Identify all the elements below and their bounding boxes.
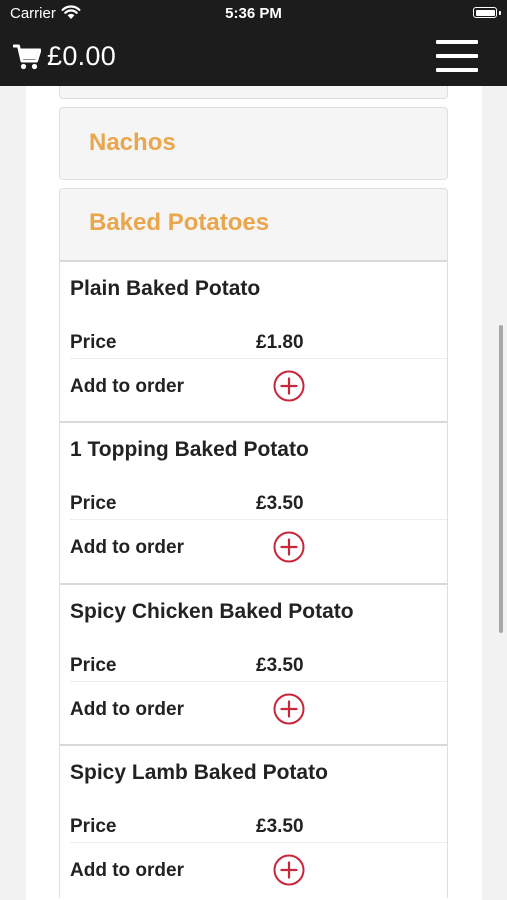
category-nachos[interactable]: Nachos xyxy=(59,107,448,180)
add-to-order-label: Add to order xyxy=(70,860,184,881)
menu-bar-top xyxy=(436,40,478,44)
item-price: £3.50 xyxy=(256,493,304,514)
price-label: Price xyxy=(70,655,117,676)
item-price: £1.80 xyxy=(256,332,304,353)
row-divider xyxy=(70,519,447,520)
status-bar: Carrier 5:36 PM xyxy=(0,0,507,28)
menu-bar-middle xyxy=(436,54,478,58)
cart-icon xyxy=(13,44,41,69)
price-label: Price xyxy=(70,816,117,837)
add-to-order-label: Add to order xyxy=(70,699,184,720)
menu-item: Plain Baked Potato Price £1.80 Add to or… xyxy=(60,260,447,422)
menu-bar-bottom xyxy=(436,68,478,72)
add-to-order-label: Add to order xyxy=(70,376,184,397)
cart-button[interactable]: £0.00 xyxy=(13,41,116,72)
plus-circle-icon[interactable] xyxy=(273,531,305,563)
plus-circle-icon[interactable] xyxy=(273,693,305,725)
item-price: £3.50 xyxy=(256,816,304,837)
cart-total: £0.00 xyxy=(47,41,117,71)
price-label: Price xyxy=(70,493,117,514)
row-divider xyxy=(70,358,447,359)
battery-icon xyxy=(473,7,497,18)
menu-item: Spicy Lamb Baked Potato Price £3.50 Add … xyxy=(60,744,447,900)
menu-item: 1 Topping Baked Potato Price £3.50 Add t… xyxy=(60,421,447,583)
plus-circle-icon[interactable] xyxy=(273,370,305,402)
price-label: Price xyxy=(70,332,117,353)
battery-tip xyxy=(499,11,501,15)
item-price: £3.50 xyxy=(256,655,304,676)
category-title: Nachos xyxy=(89,129,176,156)
category-title: Baked Potatoes xyxy=(89,209,270,236)
item-name: 1 Topping Baked Potato xyxy=(70,438,309,461)
menu-item: Spicy Chicken Baked Potato Price £3.50 A… xyxy=(60,583,447,745)
scrollbar[interactable] xyxy=(499,325,503,633)
plus-circle-icon[interactable] xyxy=(273,854,305,886)
item-name: Plain Baked Potato xyxy=(70,277,261,300)
item-name: Spicy Chicken Baked Potato xyxy=(70,600,354,623)
previous-category-panel[interactable] xyxy=(59,86,448,99)
item-name: Spicy Lamb Baked Potato xyxy=(70,761,328,784)
app-header: Carrier 5:36 PM £0.00 xyxy=(0,0,507,86)
menu-button[interactable] xyxy=(436,38,478,74)
row-divider xyxy=(70,842,447,843)
clock: 5:36 PM xyxy=(225,5,282,22)
row-divider xyxy=(70,681,447,682)
add-to-order-label: Add to order xyxy=(70,537,184,558)
